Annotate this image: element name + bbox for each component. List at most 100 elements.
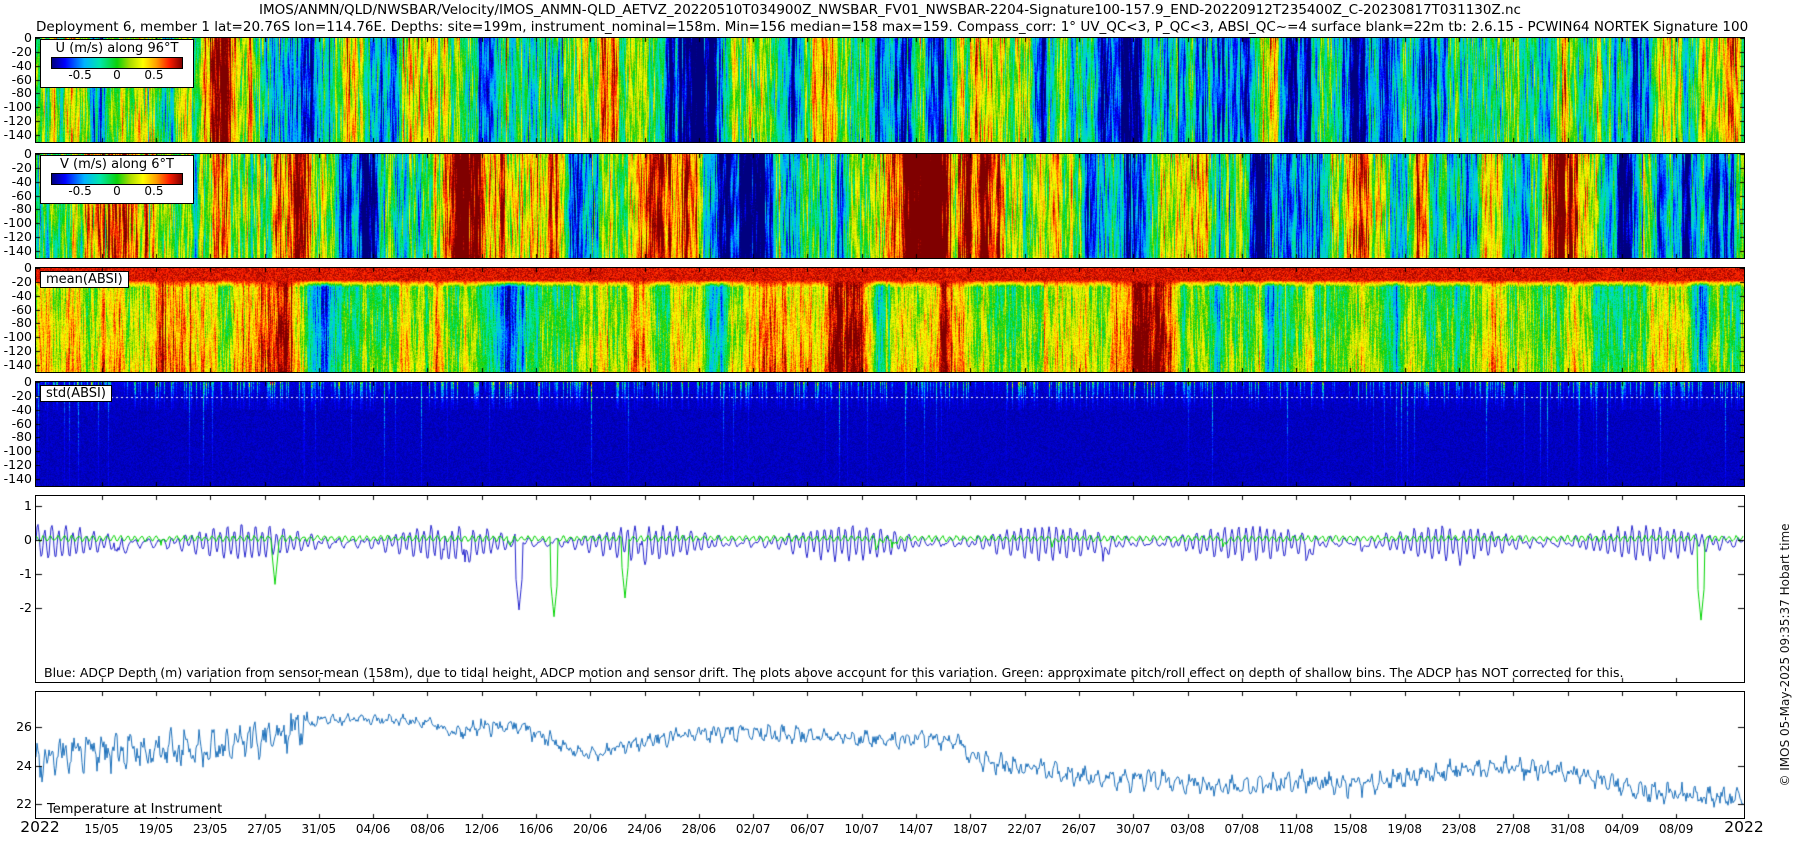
u-velocity-heatmap <box>36 38 1744 142</box>
y-tick-label: -20 <box>0 44 32 59</box>
x-tick-label: 18/07 <box>943 822 997 836</box>
v-colorbar-tick: 0 <box>113 184 121 198</box>
y-tick-label: -140 <box>0 471 32 486</box>
panel-depth-variation: Blue: ADCP Depth (m) variation from sens… <box>35 495 1745 683</box>
y-tick-label: 0 <box>0 146 32 161</box>
v-colorbar-wrap: -0.5 0 0.5 <box>51 173 183 201</box>
panel-u-velocity: U (m/s) along 96°T -0.5 0 0.5 <box>35 37 1745 143</box>
depth-variation-note: Blue: ADCP Depth (m) variation from sens… <box>44 665 1623 680</box>
y-tick-label: -40 <box>0 174 32 189</box>
figure-title-filepath: IMOS/ANMN/QLD/NWSBAR/Velocity/IMOS_ANMN-… <box>36 2 1744 18</box>
y-tick-label: -120 <box>0 113 32 128</box>
y-tick-label: -120 <box>0 457 32 472</box>
x-tick-label: 08/06 <box>400 822 454 836</box>
x-tick-label: 28/06 <box>672 822 726 836</box>
x-tick-label: 10/07 <box>835 822 889 836</box>
y-tick-label: -40 <box>0 288 32 303</box>
u-colorbar-tick: 0.5 <box>144 68 163 82</box>
y-tick-label: -20 <box>0 388 32 403</box>
x-tick-label: 16/06 <box>509 822 563 836</box>
v-colorbar-tick: 0.5 <box>144 184 163 198</box>
y-tick-label: 26 <box>0 719 32 734</box>
y-tick-label: -100 <box>0 443 32 458</box>
y-tick-label: -60 <box>0 72 32 87</box>
panel-v-velocity: V (m/s) along 6°T -0.5 0 0.5 <box>35 153 1745 259</box>
depth-variation-lineplot <box>36 496 1744 682</box>
y-tick-label: 1 <box>0 498 32 513</box>
y-tick-label: -140 <box>0 357 32 372</box>
x-tick-label: 19/05 <box>129 822 183 836</box>
panel-temperature: Temperature at Instrument <box>35 691 1745 819</box>
y-tick-label: -40 <box>0 58 32 73</box>
y-tick-label: -100 <box>0 99 32 114</box>
x-tick-label: 15/08 <box>1323 822 1377 836</box>
x-tick-label: 19/08 <box>1378 822 1432 836</box>
y-tick-label: -140 <box>0 127 32 142</box>
x-tick-label: 31/08 <box>1541 822 1595 836</box>
y-tick-label: -60 <box>0 302 32 317</box>
x-tick-label: 07/08 <box>1215 822 1269 836</box>
x-axis-year-start: 2022 <box>5 818 75 836</box>
y-tick-label: -40 <box>0 402 32 417</box>
y-tick-label: 22 <box>0 796 32 811</box>
y-tick-label: -80 <box>0 315 32 330</box>
y-tick-label: -60 <box>0 416 32 431</box>
y-tick-label: -120 <box>0 229 32 244</box>
temperature-label: Temperature at Instrument <box>44 802 225 817</box>
v-colorbar-tick: -0.5 <box>68 184 91 198</box>
x-tick-label: 26/07 <box>1052 822 1106 836</box>
x-tick-label: 12/06 <box>455 822 509 836</box>
std-absi-label: std(ABSI) <box>40 385 112 402</box>
x-tick-label: 06/07 <box>780 822 834 836</box>
x-tick-label: 31/05 <box>292 822 346 836</box>
x-tick-label: 24/06 <box>618 822 672 836</box>
y-tick-label: 0 <box>0 260 32 275</box>
mean-absi-heatmap <box>36 268 1744 372</box>
y-tick-label: -60 <box>0 188 32 203</box>
y-tick-label: -2 <box>0 600 32 615</box>
y-tick-label: 24 <box>0 758 32 773</box>
y-tick-label: 0 <box>0 374 32 389</box>
x-tick-label: 27/05 <box>238 822 292 836</box>
x-tick-label: 04/06 <box>346 822 400 836</box>
y-tick-label: -80 <box>0 429 32 444</box>
y-tick-label: -20 <box>0 160 32 175</box>
x-tick-label: 23/05 <box>183 822 237 836</box>
x-axis-year-end: 2022 <box>1709 818 1779 836</box>
x-tick-label: 04/09 <box>1595 822 1649 836</box>
x-tick-label: 27/08 <box>1486 822 1540 836</box>
std-absi-heatmap <box>36 382 1744 486</box>
y-tick-label: 0 <box>0 532 32 547</box>
x-tick-label: 11/08 <box>1269 822 1323 836</box>
x-tick-label: 15/05 <box>75 822 129 836</box>
figure-subtitle-deployment-info: Deployment 6, member 1 lat=20.76S lon=11… <box>36 19 1744 35</box>
u-colorbar-legend: U (m/s) along 96°T -0.5 0 0.5 <box>40 39 194 88</box>
panel-mean-absi: mean(ABSI) <box>35 267 1745 373</box>
y-tick-label: -100 <box>0 215 32 230</box>
u-colorbar-wrap: -0.5 0 0.5 <box>51 57 183 85</box>
y-tick-label: -80 <box>0 85 32 100</box>
x-tick-label: 08/09 <box>1649 822 1703 836</box>
temperature-lineplot <box>36 692 1744 818</box>
x-tick-label: 14/07 <box>889 822 943 836</box>
x-tick-label: 02/07 <box>726 822 780 836</box>
y-tick-label: -100 <box>0 329 32 344</box>
y-tick-label: -1 <box>0 566 32 581</box>
u-colorbar-tick: -0.5 <box>68 68 91 82</box>
x-tick-label: 22/07 <box>998 822 1052 836</box>
u-colorbar-tick: 0 <box>113 68 121 82</box>
v-colorbar-legend: V (m/s) along 6°T -0.5 0 0.5 <box>40 155 194 204</box>
x-tick-label: 23/08 <box>1432 822 1486 836</box>
y-tick-label: -80 <box>0 201 32 216</box>
figure: IMOS/ANMN/QLD/NWSBAR/Velocity/IMOS_ANMN-… <box>0 0 1800 850</box>
v-velocity-heatmap <box>36 154 1744 258</box>
x-tick-label: 30/07 <box>1106 822 1160 836</box>
y-tick-label: 0 <box>0 30 32 45</box>
u-legend-title: U (m/s) along 96°T <box>41 41 193 56</box>
imos-copyright-watermark: © IMOS 05-May-2025 09:35:37 Hobart time <box>1778 475 1792 835</box>
y-tick-label: -120 <box>0 343 32 358</box>
y-tick-label: -20 <box>0 274 32 289</box>
panel-std-absi: std(ABSI) <box>35 381 1745 487</box>
x-tick-label: 03/08 <box>1161 822 1215 836</box>
mean-absi-label: mean(ABSI) <box>40 271 129 288</box>
